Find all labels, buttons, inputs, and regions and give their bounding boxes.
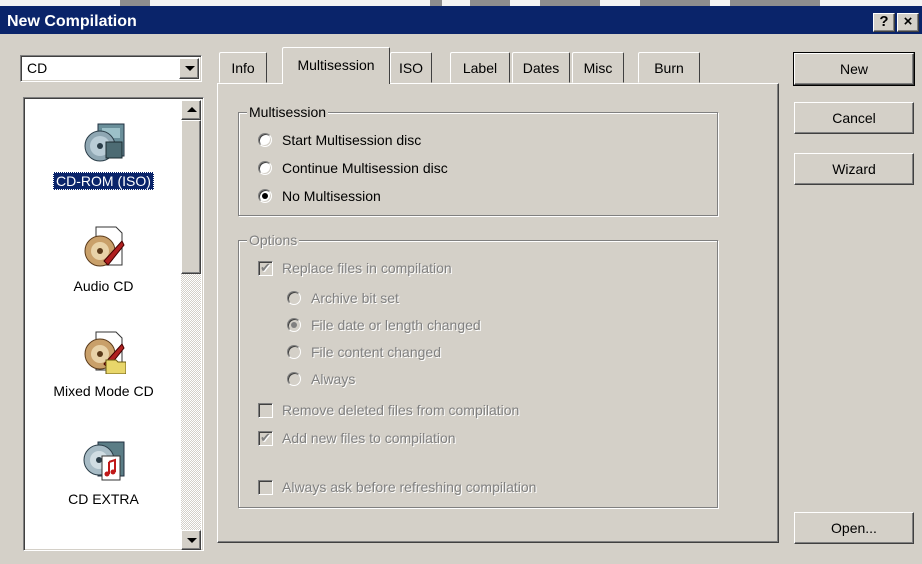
options-group: Options ✔ Replace files in compilation A… [238,231,718,508]
dropdown-arrow-button[interactable] [179,58,199,79]
radio-icon [258,189,272,203]
cd-extra-icon [82,438,126,482]
list-item-cd-rom-iso[interactable]: CD-ROM (ISO) [26,120,181,190]
remove-deleted-checkbox[interactable]: Remove deleted files from compilation [258,400,678,420]
always-ask-checkbox[interactable]: Always ask before refreshing compilation [258,477,698,497]
list-item-audio-cd[interactable]: Audio CD [26,225,181,295]
options-group-title: Options [247,231,300,249]
file-content-changed-radio[interactable]: File content changed [287,342,607,362]
file-date-changed-radio[interactable]: File date or length changed [287,315,607,335]
start-multisession-radio[interactable]: Start Multisession disc [258,130,558,150]
checkbox-label: Always ask before refreshing compilation [282,479,537,495]
help-button[interactable]: ? [873,13,895,32]
checkbox-label: Add new files to compilation [282,430,456,446]
list-item-mixed-mode-cd[interactable]: Mixed Mode CD [26,330,181,400]
list-item-label: Audio CD [73,278,134,294]
mixed-mode-cd-icon [82,330,126,375]
multisession-group: Multisession Start Multisession disc Con… [238,103,718,216]
list-scrollbar[interactable] [181,100,201,550]
cancel-button[interactable]: Cancel [794,102,914,134]
add-new-files-checkbox[interactable]: ✔ Add new files to compilation [258,428,678,448]
checkbox-icon: ✔ [258,260,273,276]
wizard-button[interactable]: Wizard [794,153,914,185]
continue-multisession-radio[interactable]: Continue Multisession disc [258,158,558,178]
tab-label[interactable]: Label [450,52,510,83]
compilation-type-value: CD [27,60,48,76]
no-multisession-radio[interactable]: No Multisession [258,186,558,206]
tab-multisession[interactable]: Multisession [282,47,390,84]
radio-icon [287,345,301,359]
scroll-down-arrow-icon [187,538,197,543]
scroll-thumb[interactable] [181,120,201,274]
tab-burn[interactable]: Burn [638,52,700,83]
scroll-up-arrow-icon [187,107,197,112]
radio-icon [287,372,301,386]
scroll-up-button[interactable] [181,100,201,120]
checkbox-icon [258,480,273,495]
window-title: New Compilation [7,13,137,30]
multisession-panel: Multisession Start Multisession disc Con… [217,83,779,543]
checkbox-label: Replace files in compilation [282,260,452,276]
checkbox-icon [258,403,273,418]
radio-selected-dot [262,193,268,199]
list-item-label: CD-ROM (ISO) [53,172,154,190]
radio-label: Always [311,371,356,387]
radio-label: No Multisession [282,188,381,204]
archive-bit-radio[interactable]: Archive bit set [287,288,607,308]
list-item-label: Mixed Mode CD [53,383,154,399]
radio-icon [287,318,301,332]
list-item-label: CD EXTRA [68,491,139,507]
compilation-type-list[interactable]: CD-ROM (ISO) Audio CD Mixed Mode CD CD E… [23,97,204,551]
always-radio[interactable]: Always [287,369,607,389]
radio-label: Start Multisession disc [282,132,422,148]
radio-label: Archive bit set [311,290,399,306]
radio-selected-dot [291,322,297,328]
audio-cd-icon [82,225,126,269]
title-bar[interactable]: New Compilation ? × [0,0,922,34]
cd-rom-iso-icon [82,120,126,164]
multisession-group-title: Multisession [247,103,329,121]
checkbox-label: Remove deleted files from compilation [282,402,520,418]
tab-info[interactable]: Info [219,52,267,83]
tab-dates[interactable]: Dates [512,52,570,83]
radio-icon [287,291,301,305]
radio-label: File content changed [311,344,441,360]
chevron-down-icon [185,66,195,71]
new-button[interactable]: New [793,52,915,86]
compilation-type-select[interactable]: CD [20,55,202,82]
radio-icon [258,133,272,147]
replace-files-checkbox[interactable]: ✔ Replace files in compilation [258,258,638,278]
checkbox-icon: ✔ [258,430,273,446]
tab-misc[interactable]: Misc [572,52,624,83]
radio-label: Continue Multisession disc [282,160,448,176]
radio-label: File date or length changed [311,317,481,333]
scroll-down-button[interactable] [181,530,201,550]
title-bar-residue [0,0,922,6]
close-button[interactable]: × [897,13,919,32]
radio-icon [258,161,272,175]
list-item-cd-extra[interactable]: CD EXTRA [26,438,181,508]
tab-iso[interactable]: ISO [390,52,432,83]
open-button[interactable]: Open... [794,512,914,544]
